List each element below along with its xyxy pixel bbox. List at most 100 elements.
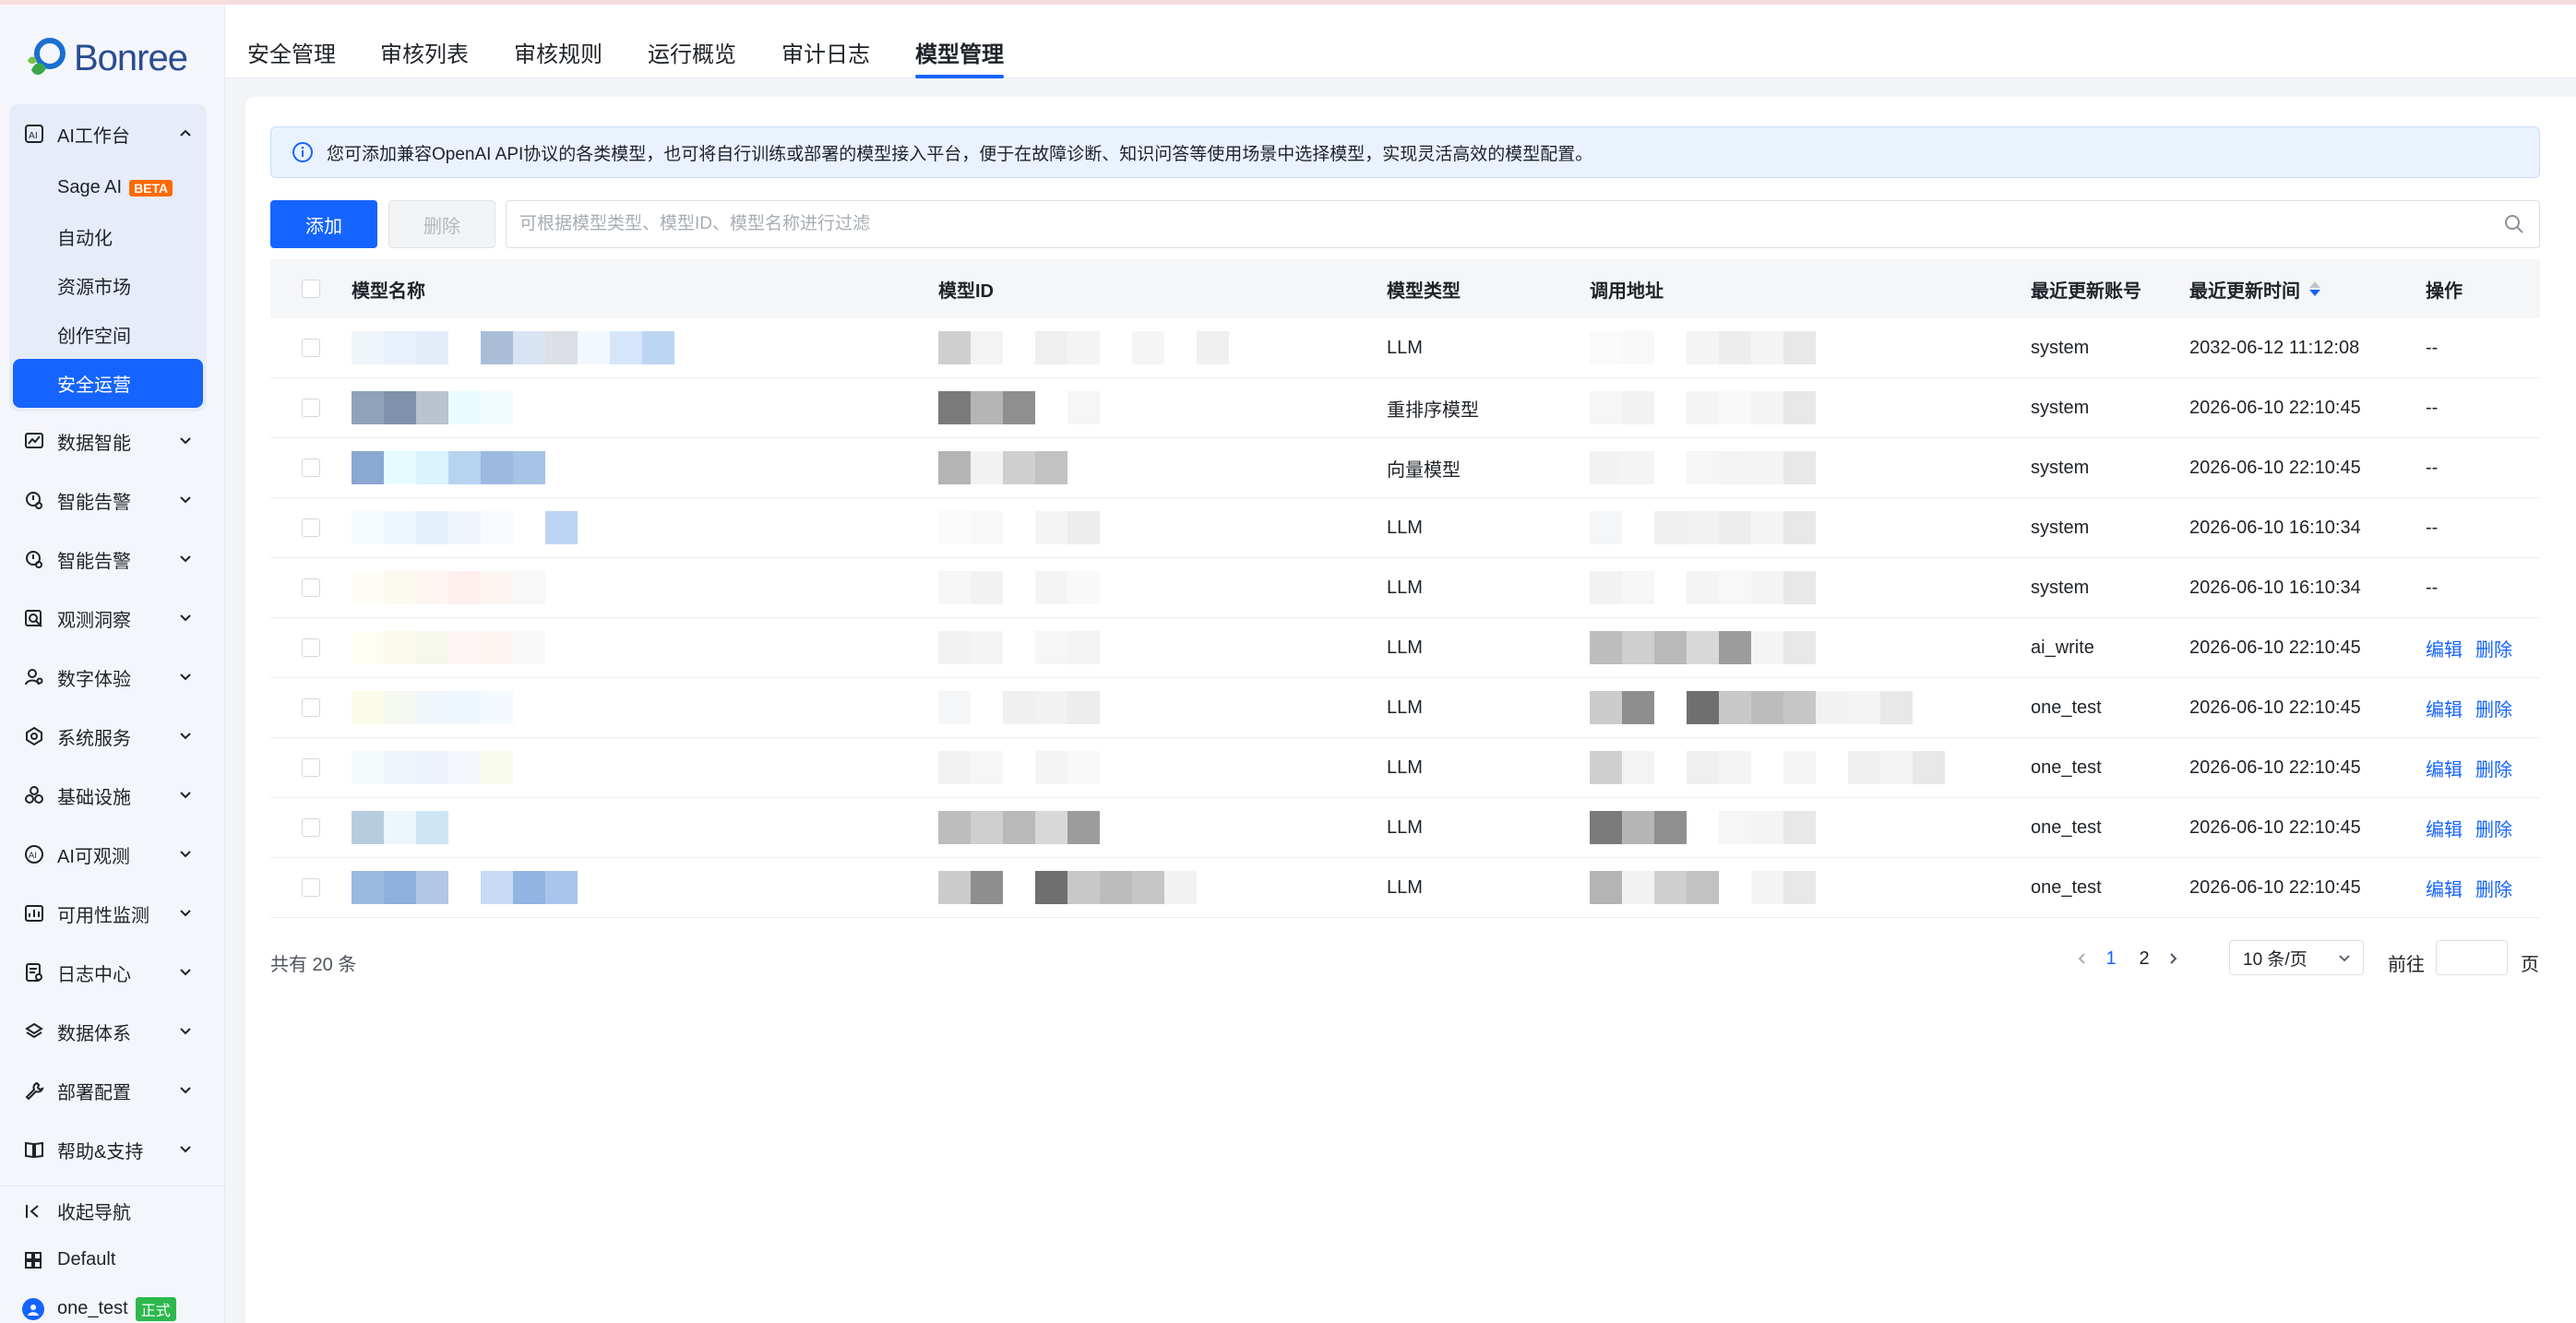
info-alert-text: 您可添加兼容OpenAI API协议的各类模型，也可将自行训练或部署的模型接入平…	[327, 144, 1593, 164]
row-checkbox[interactable]	[302, 878, 320, 897]
delete-link[interactable]: 删除	[2475, 875, 2512, 901]
search-icon[interactable]	[2502, 212, 2526, 236]
nav-item-11[interactable]: 部署配置	[9, 1061, 207, 1120]
sub-item-creation-space[interactable]: 创作空间	[9, 310, 207, 359]
edit-link[interactable]: 编辑	[2426, 755, 2463, 781]
nav-item-label: 可用性监测	[57, 905, 149, 926]
row-checkbox[interactable]	[302, 758, 320, 777]
sub-item-automation[interactable]: 自动化	[9, 212, 207, 261]
updated-by-cell: one_test	[2031, 697, 2102, 718]
brand-logo[interactable]: Bonree	[22, 30, 188, 86]
table-row[interactable]: 重排序模型 system 2026-06-10 22:10:45 --	[270, 378, 2540, 438]
nav-item-2[interactable]: 智能告警	[9, 530, 207, 589]
table-row[interactable]: LLM system 2026-06-10 16:10:34 --	[270, 558, 2540, 618]
tab-review-rules[interactable]: 审核规则	[514, 36, 602, 68]
nav-item-12[interactable]: 帮助&支持	[9, 1120, 207, 1179]
updated-by-cell: one_test	[2031, 757, 2102, 778]
endpoint-cell	[1590, 378, 2031, 437]
row-checkbox[interactable]	[302, 459, 320, 477]
table-row[interactable]: LLM system 2026-06-10 16:10:34 --	[270, 498, 2540, 558]
nav-item-10[interactable]: 数据体系	[9, 1002, 207, 1061]
delete-link[interactable]: 删除	[2475, 815, 2512, 841]
model-name-cell	[352, 798, 938, 857]
row-checkbox[interactable]	[302, 578, 320, 597]
nav-item-8[interactable]: 可用性监测	[9, 884, 207, 943]
edit-link[interactable]: 编辑	[2426, 875, 2463, 901]
nav-item-4[interactable]: 数字体验	[9, 648, 207, 707]
prev-page-button[interactable]	[2070, 947, 2094, 971]
add-model-button[interactable]: 添加	[270, 200, 377, 248]
tab-security-management[interactable]: 安全管理	[247, 36, 336, 68]
header-endpoint: 调用地址	[1590, 280, 1664, 302]
nav-item-5[interactable]: 系统服务	[9, 707, 207, 766]
table-row[interactable]: LLM ai_write 2026-06-10 22:10:45 编辑 删除	[270, 618, 2540, 678]
table-row[interactable]: LLM system 2032-06-12 11:12:08 --	[270, 318, 2540, 378]
table-row[interactable]: LLM one_test 2026-06-10 22:10:45 编辑 删除	[270, 858, 2540, 918]
page-1-button[interactable]: 1	[2094, 948, 2128, 970]
nav-item-3[interactable]: 观测洞察	[9, 589, 207, 648]
redacted-model-name	[352, 811, 481, 844]
edit-link[interactable]: 编辑	[2426, 695, 2463, 721]
sub-item-security-ops[interactable]: 安全运营	[13, 359, 203, 408]
row-checkbox[interactable]	[302, 818, 320, 837]
nav-item-0[interactable]: 数据智能	[9, 411, 207, 471]
model-id-cell	[938, 858, 1387, 917]
delete-link[interactable]: 删除	[2475, 695, 2512, 721]
tab-model-management[interactable]: 模型管理	[915, 36, 1004, 78]
delete-model-button[interactable]: 删除	[388, 200, 495, 248]
row-checkbox[interactable]	[302, 339, 320, 357]
sub-item-sage-ai[interactable]: Sage AI BETA	[9, 163, 207, 212]
redacted-endpoint	[1590, 571, 1816, 604]
user-profile[interactable]: one_test 正式	[0, 1284, 225, 1323]
nav-item-label: 日志中心	[57, 964, 131, 985]
chevron-down-icon	[180, 1146, 191, 1153]
nav-item-1[interactable]: 智能告警	[9, 471, 207, 530]
redacted-endpoint	[1590, 511, 1816, 544]
actions-cell: --	[2426, 438, 2540, 497]
model-name-cell	[352, 858, 938, 917]
redacted-model-id	[938, 391, 1100, 424]
updated-time-cell: 2026-06-10 22:10:45	[2189, 876, 2361, 898]
row-checkbox-cell	[270, 378, 352, 437]
page-size-select[interactable]: 10 条/页	[2229, 940, 2364, 975]
goto-page-input[interactable]	[2436, 940, 2508, 975]
filter-search-input[interactable]	[507, 201, 2502, 247]
header-updated-time[interactable]: 最近更新时间	[2189, 259, 2426, 318]
edit-link[interactable]: 编辑	[2426, 815, 2463, 841]
table-row[interactable]: LLM one_test 2026-06-10 22:10:45 编辑 删除	[270, 798, 2540, 858]
collapse-nav-button[interactable]: 收起导航	[0, 1186, 225, 1235]
actions-cell: --	[2426, 318, 2540, 377]
updated-by-cell: one_test	[2031, 876, 2102, 898]
sub-item-resource-market[interactable]: 资源市场	[9, 261, 207, 310]
sort-icon[interactable]	[2309, 281, 2320, 296]
next-page-button[interactable]	[2161, 947, 2185, 971]
delete-link[interactable]: 删除	[2475, 635, 2512, 662]
nav-item-label: 系统服务	[57, 728, 131, 749]
nav-item-6[interactable]: 基础设施	[9, 766, 207, 825]
nav-item-ai-workbench[interactable]: AI AI工作台	[9, 104, 207, 163]
workspace-switcher[interactable]: Default	[0, 1235, 225, 1284]
info-icon	[292, 142, 313, 162]
table-row[interactable]: LLM one_test 2026-06-10 22:10:45 编辑 删除	[270, 678, 2540, 738]
table-row[interactable]: 向量模型 system 2026-06-10 22:10:45 --	[270, 438, 2540, 498]
row-checkbox[interactable]	[302, 399, 320, 417]
model-type-cell: LLM	[1387, 757, 1423, 778]
edit-link[interactable]: 编辑	[2426, 635, 2463, 662]
nav-item-9[interactable]: 日志中心	[9, 943, 207, 1002]
svg-text:AI: AI	[29, 131, 38, 141]
redacted-endpoint	[1590, 811, 1816, 844]
row-checkbox[interactable]	[302, 698, 320, 717]
table-row[interactable]: LLM one_test 2026-06-10 22:10:45 编辑 删除	[270, 738, 2540, 798]
nav-item-7[interactable]: AI AI可观测	[9, 825, 207, 884]
row-checkbox[interactable]	[302, 638, 320, 657]
delete-link[interactable]: 删除	[2475, 755, 2512, 781]
row-checkbox[interactable]	[302, 518, 320, 537]
model-id-cell	[938, 498, 1387, 557]
page-2-button[interactable]: 2	[2128, 948, 2161, 970]
tab-run-overview[interactable]: 运行概览	[648, 36, 736, 68]
tab-audit-log[interactable]: 审计日志	[781, 36, 870, 68]
model-id-cell	[938, 378, 1387, 437]
select-all-checkbox[interactable]	[302, 280, 320, 298]
tab-review-list[interactable]: 审核列表	[380, 36, 469, 68]
nav-items: 数据智能 智能告警 智能告警 观测洞察 数字体验 系统服务 基础设施 AI AI可观测 可用性监测…	[9, 411, 207, 1179]
